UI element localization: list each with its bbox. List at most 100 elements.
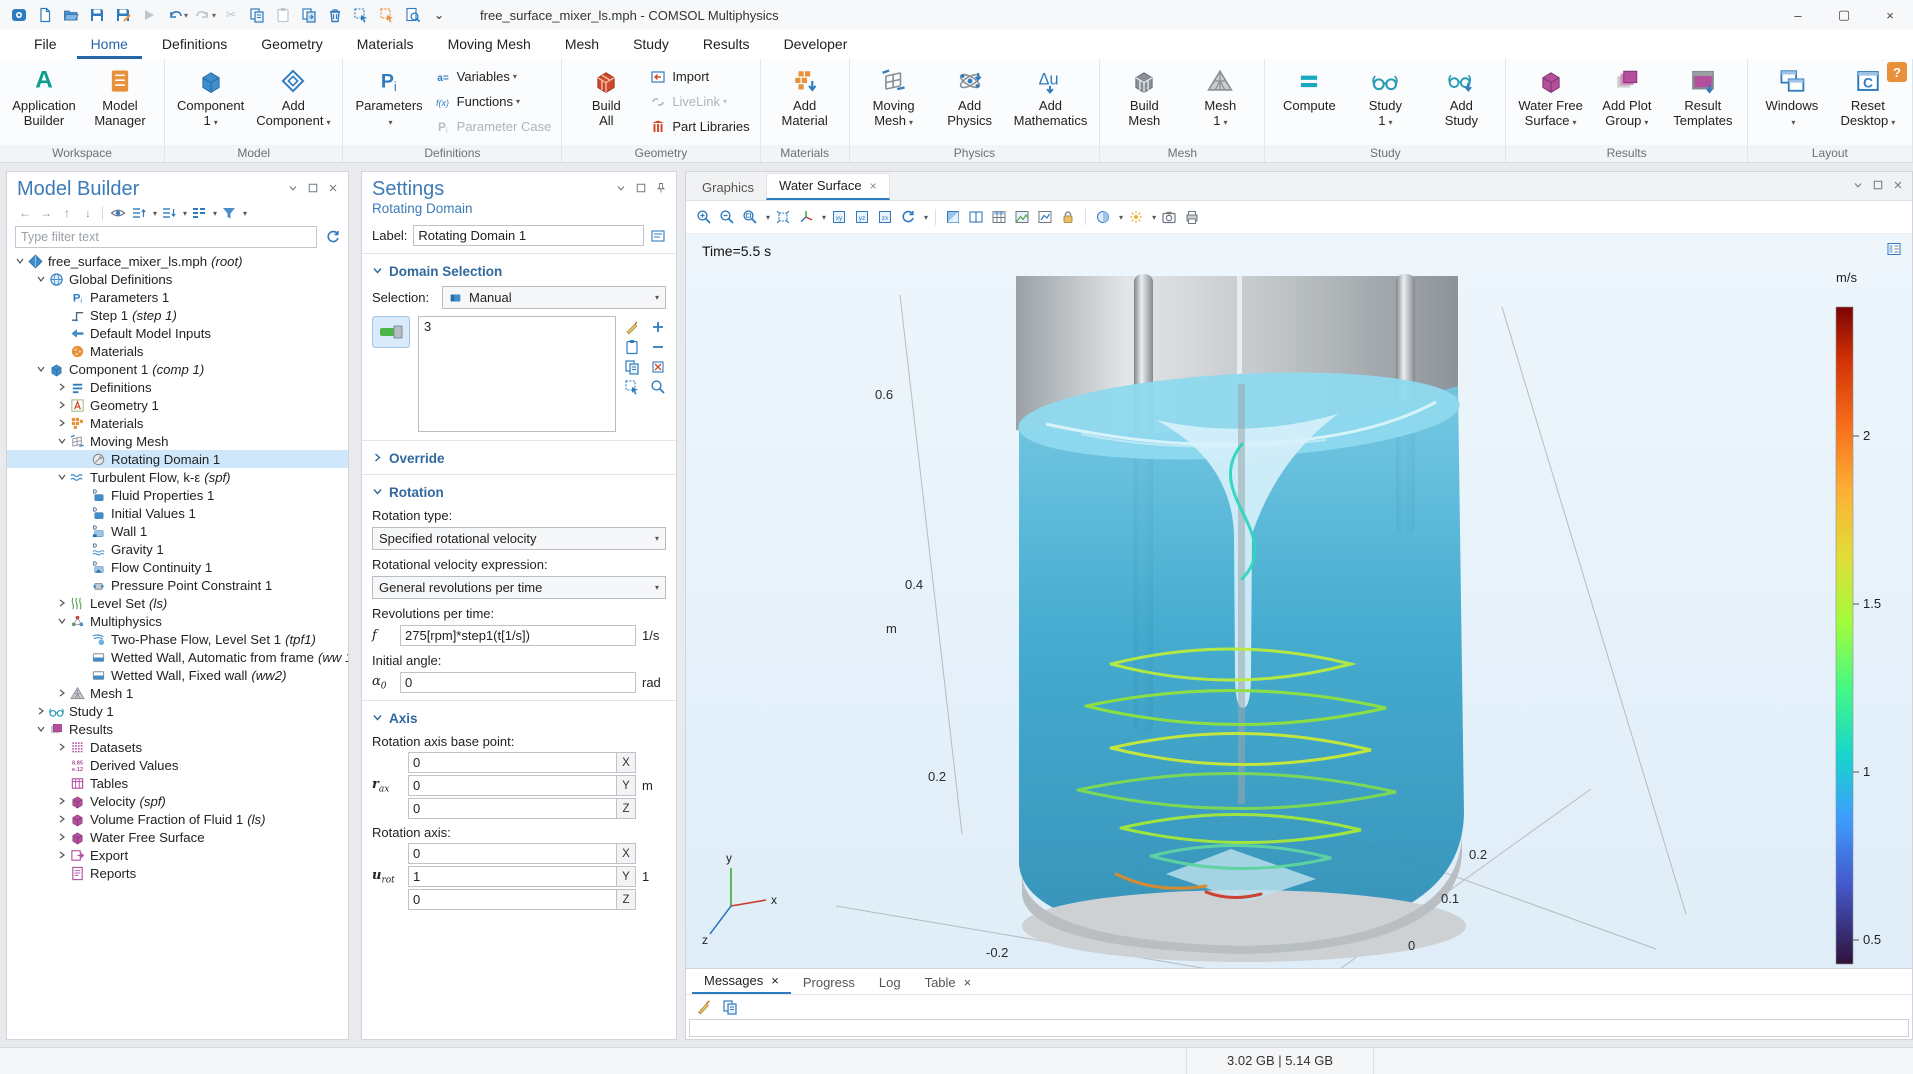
tree-item-wall-1[interactable]: DWall 1 <box>7 522 348 540</box>
tree-item-flow-continuity-1[interactable]: DFlow Continuity 1 <box>7 558 348 576</box>
chevron-down-icon[interactable]: ▾ <box>1119 213 1123 222</box>
chevron-down-icon[interactable]: ▾ <box>184 11 188 20</box>
copy-log-icon[interactable] <box>720 997 740 1017</box>
tree-item-two-phase-flow-level-set-1[interactable]: Two-Phase Flow, Level Set 1(tpf1) <box>7 630 348 648</box>
float-icon[interactable] <box>1872 179 1884 194</box>
model-filter-icon[interactable] <box>219 204 238 222</box>
menu-tab-geometry[interactable]: Geometry <box>247 31 336 59</box>
add-component-button[interactable]: AddComponent▾ <box>250 62 336 145</box>
tree-item-gravity-1[interactable]: DGravity 1 <box>7 540 348 558</box>
tree-item-study-1[interactable]: Study 1 <box>7 702 348 720</box>
tree-item-initial-values-1[interactable]: DInitial Values 1 <box>7 504 348 522</box>
tree-item-turbulent-flow-k-[interactable]: Turbulent Flow, k-ε(spf) <box>7 468 348 486</box>
image-grid-icon[interactable] <box>1012 207 1032 227</box>
float-icon[interactable] <box>634 182 648 197</box>
zoom-to-selection-icon[interactable] <box>650 378 666 396</box>
chevron-right-icon[interactable] <box>55 598 69 608</box>
tree-item-level-set[interactable]: Level Set(ls) <box>7 594 348 612</box>
snapshot-icon[interactable] <box>1159 207 1179 227</box>
add-plot-group-button[interactable]: Add PlotGroup▾ <box>1589 62 1665 145</box>
tree-item-geometry-1[interactable]: Geometry 1 <box>7 396 348 414</box>
chevron-down-icon[interactable]: ▾ <box>766 213 770 222</box>
chevron-down-icon[interactable] <box>55 616 69 626</box>
print-icon[interactable] <box>1182 207 1202 227</box>
selection-list[interactable]: 3 <box>418 316 616 432</box>
r-block-y-input[interactable] <box>408 775 617 796</box>
zoom-in-icon[interactable] <box>694 207 714 227</box>
tree-item-reports[interactable]: Reports <box>7 864 348 882</box>
variables-button[interactable]: a=Variables▾ <box>433 64 552 89</box>
copy-selection-icon[interactable] <box>624 358 640 376</box>
section-override[interactable]: Override <box>362 445 676 470</box>
chevron-right-icon[interactable] <box>34 706 48 716</box>
help-icon[interactable]: ? <box>1887 62 1907 82</box>
study-1-button[interactable]: Study1▾ <box>1347 62 1423 145</box>
tree-item-export[interactable]: Export <box>7 846 348 864</box>
update-plot-icon[interactable] <box>898 207 918 227</box>
plot-scene[interactable]: 0.60.4m0.2-0.20.20.10 yxz Time=5.5 s m/s… <box>686 234 1912 969</box>
application-builder-button[interactable]: AApplicationBuilder <box>6 62 82 145</box>
menu-tab-mesh[interactable]: Mesh <box>551 31 613 59</box>
tree-item-wetted-wall-fixed-wall[interactable]: Wetted Wall, Fixed wall(ww2) <box>7 666 348 684</box>
scene-settings-icon[interactable] <box>1093 207 1113 227</box>
minimize-icon[interactable]: – <box>1775 0 1821 30</box>
move-up-icon[interactable]: ↑ <box>57 204 76 222</box>
clear-selections-icon[interactable] <box>374 3 400 27</box>
alpha-input[interactable] <box>400 672 636 693</box>
zx-view-icon[interactable]: zx <box>875 207 895 227</box>
zoom-box-icon[interactable] <box>740 207 760 227</box>
plot-panel-icon[interactable] <box>1035 207 1055 227</box>
expand-list-icon[interactable] <box>129 204 148 222</box>
save-icon[interactable] <box>84 3 110 27</box>
rename-icon[interactable] <box>650 228 666 244</box>
close-icon[interactable]: × <box>870 179 877 193</box>
menu-tab-study[interactable]: Study <box>619 31 683 59</box>
select-entities-icon[interactable] <box>348 3 374 27</box>
menu-tab-file[interactable]: File <box>20 31 71 59</box>
graphics-tab-water-surface[interactable]: Water Surface× <box>766 173 890 200</box>
chevron-down-icon[interactable]: ▾ <box>153 209 157 218</box>
remove-selection-icon[interactable] <box>650 338 666 356</box>
result-templates-button[interactable]: ResultTemplates <box>1665 62 1741 145</box>
functions-button[interactable]: f(x)Functions▾ <box>433 89 552 114</box>
windows-button[interactable]: Windows▾ <box>1754 62 1830 145</box>
environment-icon[interactable] <box>1126 207 1146 227</box>
collapse-list-icon[interactable] <box>159 204 178 222</box>
clear-selection-icon[interactable] <box>650 358 666 376</box>
lock-icon[interactable] <box>1058 207 1078 227</box>
chevron-down-icon[interactable]: ▾ <box>924 213 928 222</box>
tree-item-pressure-point-constraint-1[interactable]: Pressure Point Constraint 1 <box>7 576 348 594</box>
section-axis[interactable]: Axis <box>362 705 676 730</box>
component-1-button[interactable]: Component1▾ <box>171 62 250 145</box>
tree-item-moving-mesh[interactable]: Moving Mesh <box>7 432 348 450</box>
tree-item-free-surface-mixer-ls-mph[interactable]: free_surface_mixer_ls.mph(root) <box>7 252 348 270</box>
tree-item-water-free-surface[interactable]: Water Free Surface <box>7 828 348 846</box>
chevron-down-icon[interactable] <box>34 724 48 734</box>
tree-item-wetted-wall-automatic-from-frame[interactable]: Wetted Wall, Automatic from frame(ww 1) <box>7 648 348 666</box>
refresh-icon[interactable] <box>323 228 342 246</box>
create-selection-icon[interactable] <box>624 318 640 336</box>
tree-item-parameters-1[interactable]: PiParameters 1 <box>7 288 348 306</box>
overflow-icon[interactable]: ⌄ <box>426 3 452 27</box>
close-icon[interactable] <box>1892 179 1904 194</box>
f-input[interactable] <box>400 625 636 646</box>
build-all-button[interactable]: BuildAll <box>568 62 644 145</box>
find-icon[interactable] <box>400 3 426 27</box>
tree-item-rotating-domain-1[interactable]: Rotating Domain 1 <box>7 450 348 468</box>
pin-icon[interactable] <box>654 182 668 197</box>
nav-back-icon[interactable]: ← <box>15 204 34 222</box>
chevron-down-icon[interactable] <box>55 436 69 446</box>
mesh-1-button[interactable]: Mesh1▾ <box>1182 62 1258 145</box>
selection-dropdown[interactable]: Manual ▾ <box>442 286 666 309</box>
tree-item-derived-values[interactable]: 8.85e-12Derived Values <box>7 756 348 774</box>
tree-item-default-model-inputs[interactable]: Default Model Inputs <box>7 324 348 342</box>
tree-item-velocity[interactable]: Velocity(spf) <box>7 792 348 810</box>
tree-item-multiphysics[interactable]: Multiphysics <box>7 612 348 630</box>
compute-button[interactable]: Compute <box>1271 62 1347 145</box>
tree-item-component-1[interactable]: Component 1(comp 1) <box>7 360 348 378</box>
chevron-right-icon[interactable] <box>55 742 69 752</box>
menu-tab-definitions[interactable]: Definitions <box>148 31 241 59</box>
tree-item-global-definitions[interactable]: Global Definitions <box>7 270 348 288</box>
tree-filter-input[interactable] <box>15 226 317 248</box>
close-icon[interactable]: × <box>964 975 972 990</box>
